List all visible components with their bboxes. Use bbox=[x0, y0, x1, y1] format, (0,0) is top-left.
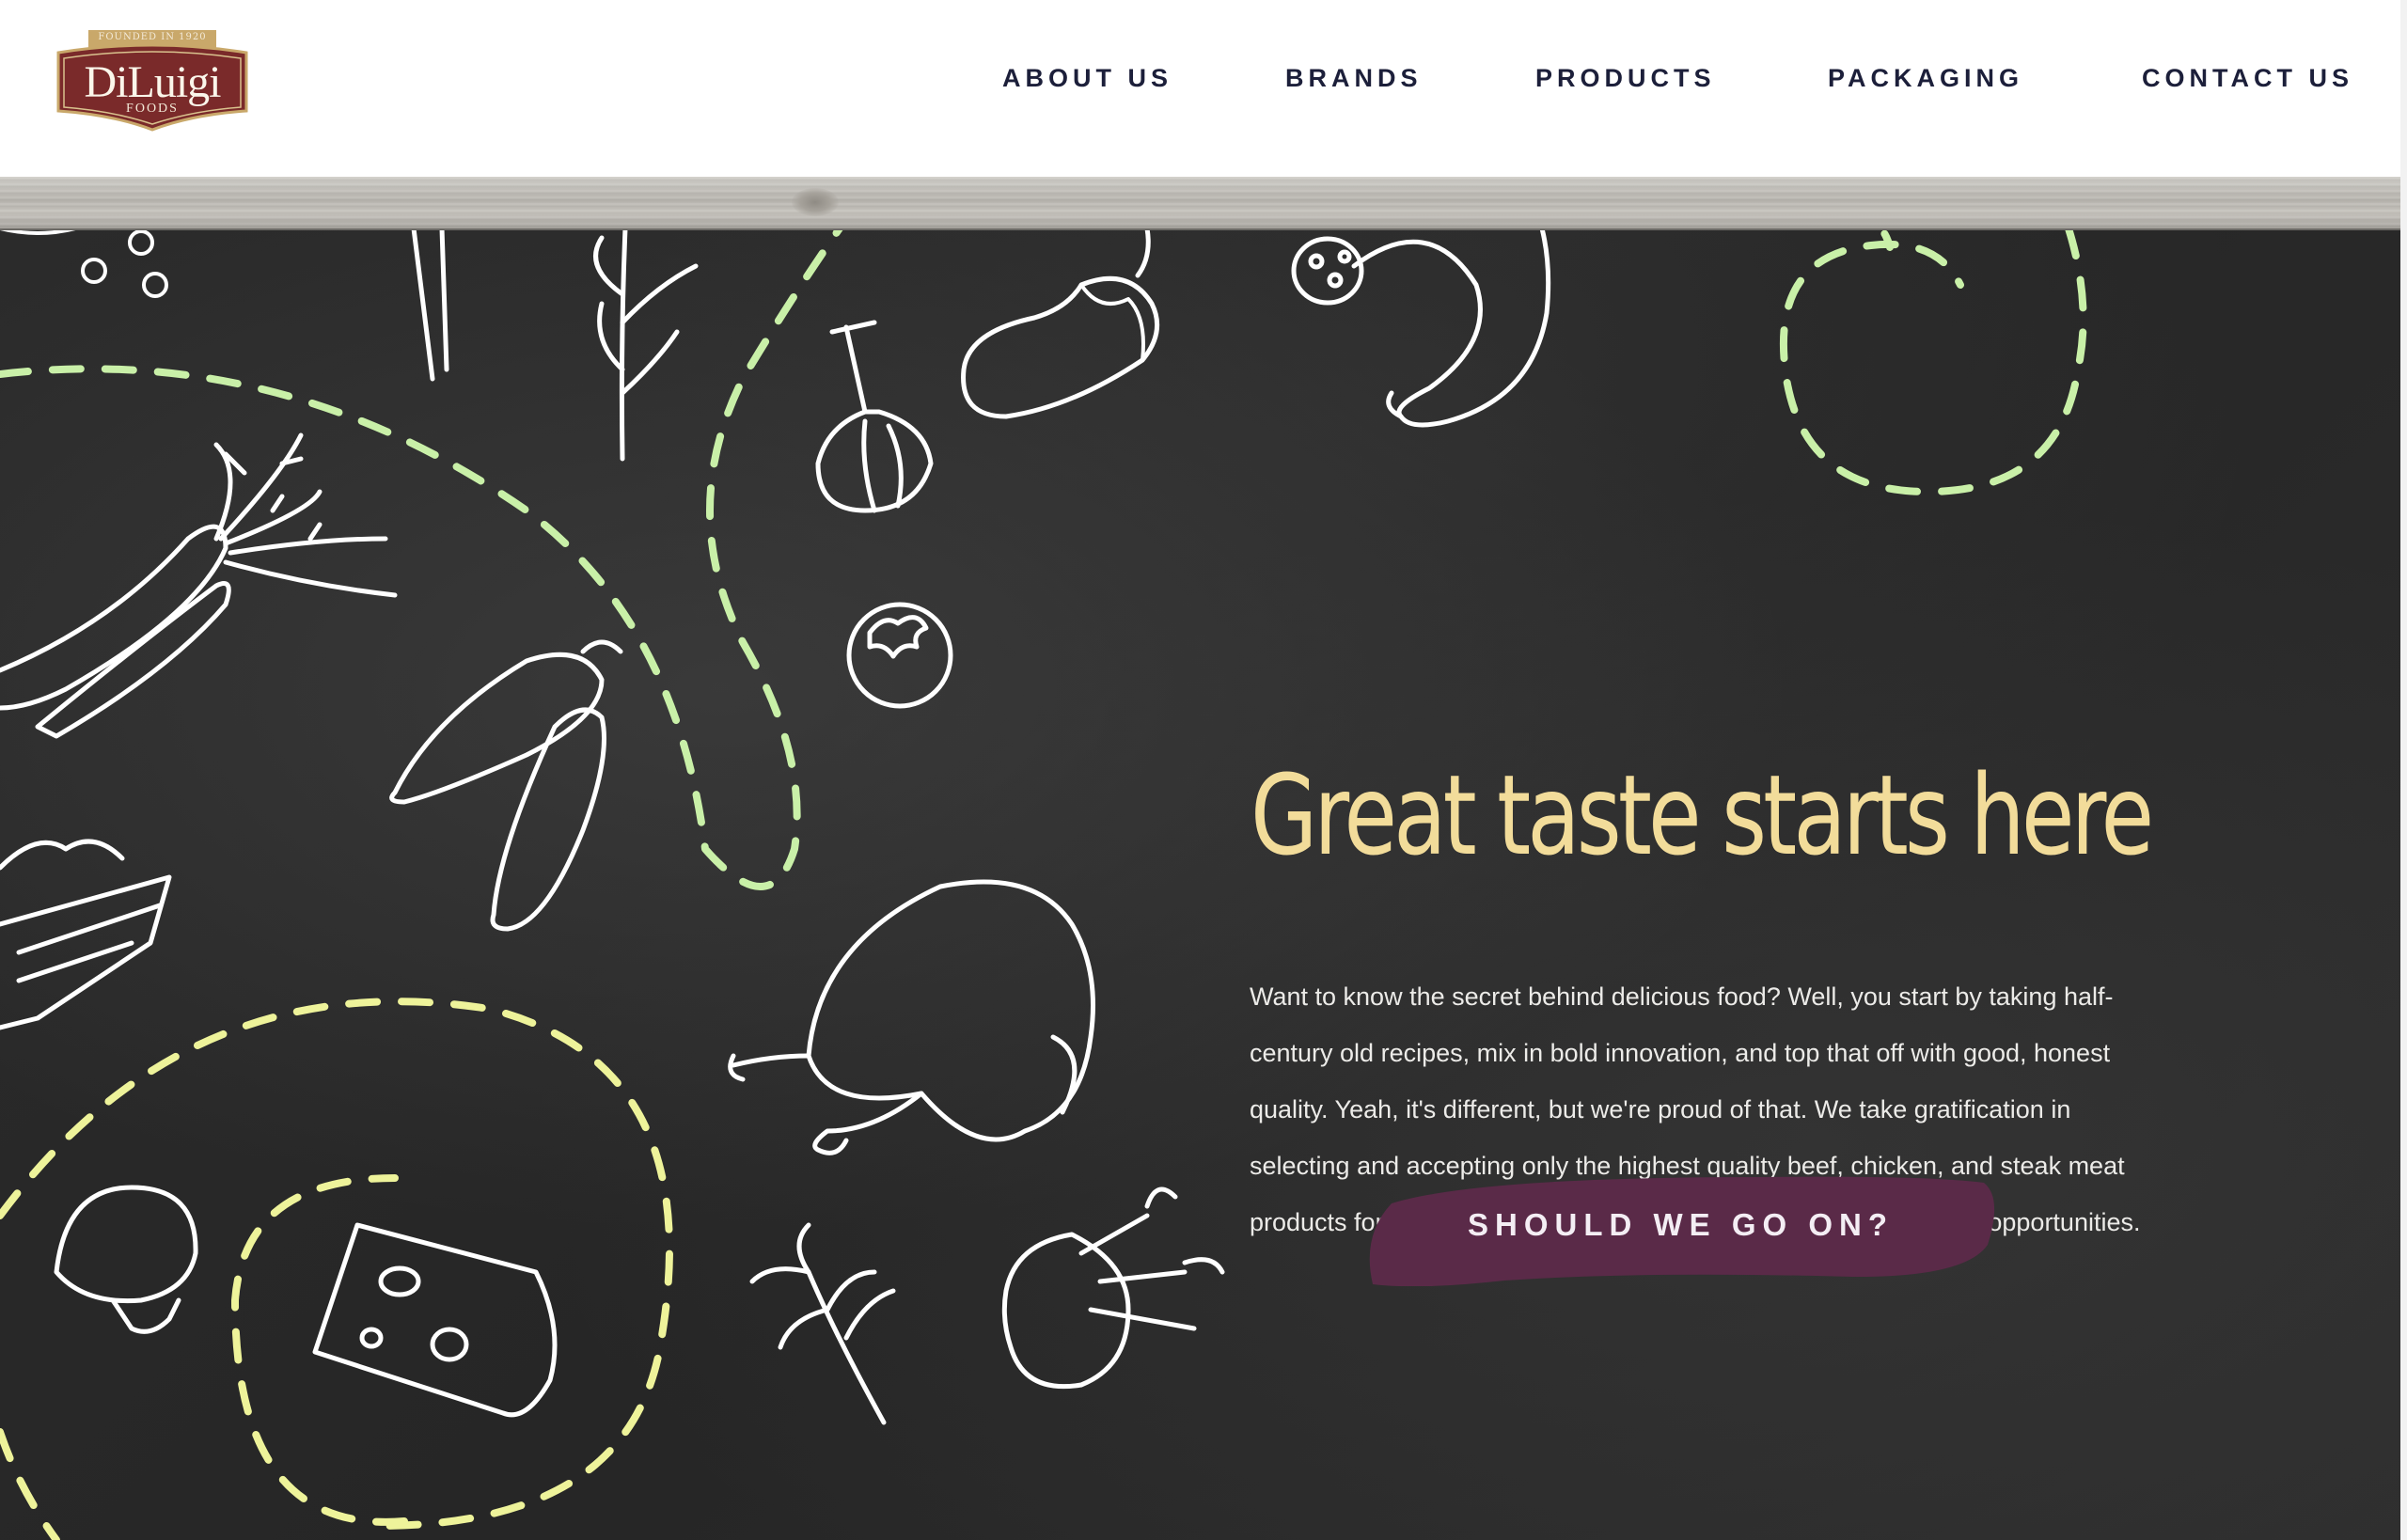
tomato-icon bbox=[846, 602, 953, 709]
nav-packaging[interactable]: PACKAGING bbox=[1828, 64, 2023, 93]
carrot-icon bbox=[0, 432, 398, 739]
logo-tagline-text: FOODS bbox=[126, 102, 179, 116]
page-right-edge bbox=[2400, 0, 2407, 1540]
logo-founded-text: FOUNDED IN 1920 bbox=[98, 32, 207, 42]
food-doodles bbox=[0, 228, 2087, 1540]
cheese-icon bbox=[312, 1222, 558, 1418]
fennel-icon bbox=[1001, 1186, 1225, 1390]
herb-sprig-icon bbox=[593, 228, 699, 462]
stick-icon bbox=[411, 228, 449, 382]
eggplant-icon bbox=[961, 228, 1160, 419]
garlic-icon bbox=[815, 320, 934, 513]
chalkboard-hero: Great taste starts here Want to know the… bbox=[0, 228, 2400, 1540]
mushroom-icon bbox=[54, 1185, 198, 1334]
herb-sprig-icon bbox=[0, 228, 168, 298]
should-we-go-on-button[interactable]: SHOULD WE GO ON? bbox=[1363, 1170, 1998, 1286]
cta-label: SHOULD WE GO ON? bbox=[1468, 1207, 1894, 1242]
nav-about-us[interactable]: ABOUT US bbox=[1002, 64, 1172, 93]
diluigi-logo[interactable]: FOUNDED IN 1920 DiLuigi FOODS bbox=[51, 24, 254, 135]
nav-products[interactable]: PRODUCTS bbox=[1535, 64, 1716, 93]
wood-knot bbox=[792, 188, 839, 216]
hero-headline: Great taste starts here bbox=[1251, 750, 2154, 880]
dashed-swirls bbox=[0, 228, 2087, 1540]
logo-name-text: DiLuigi bbox=[84, 57, 222, 107]
nav-brands[interactable]: BRANDS bbox=[1285, 64, 1423, 93]
egg-carton-icon bbox=[0, 839, 172, 1030]
nav-contact-us[interactable]: CONTACT US bbox=[2142, 64, 2353, 93]
site-header: FOUNDED IN 1920 DiLuigi FOODS ABOUT US B… bbox=[0, 0, 2400, 177]
wood-border bbox=[0, 177, 2400, 230]
sausage-icon bbox=[1291, 228, 1551, 428]
parsley-icon bbox=[749, 1222, 896, 1425]
chicken-icon bbox=[728, 879, 1095, 1155]
cucumber-icon bbox=[389, 639, 623, 932]
